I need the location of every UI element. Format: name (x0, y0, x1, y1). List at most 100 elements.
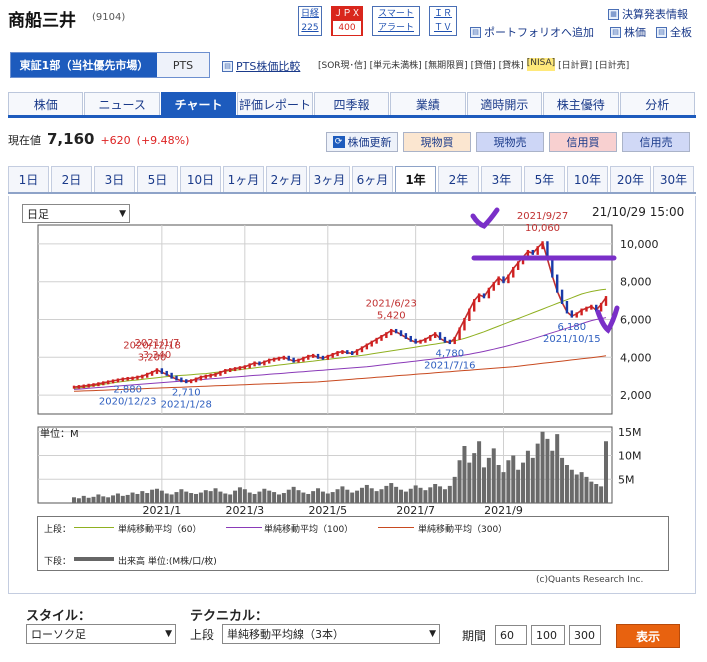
volume-bar (208, 491, 213, 503)
candle-bar (585, 306, 588, 312)
volume-bar (179, 489, 184, 503)
volume-bar (477, 441, 482, 503)
candle-bar (277, 356, 281, 361)
candle-bar (121, 377, 125, 382)
candle-bar (473, 299, 476, 312)
candle-bar (341, 350, 344, 355)
volume-bar (525, 450, 530, 503)
show-button[interactable]: 表示 (616, 624, 680, 648)
technical-select[interactable]: 単純移動平均線（3本） ▼ (222, 624, 440, 644)
candle-bar (336, 351, 339, 356)
volume-unit-label: 単位：M (40, 427, 79, 440)
candle-bar (87, 383, 90, 388)
candle-bar (189, 379, 193, 384)
volume-bar (228, 494, 233, 503)
candle-bar (111, 379, 115, 384)
chevron-down-icon: ▼ (165, 629, 172, 639)
candle-bar (346, 350, 349, 355)
volume-bar (501, 472, 506, 503)
candle-bar (141, 374, 144, 379)
chart-annotation: 6,180 (558, 322, 587, 333)
candle-bar (272, 357, 276, 362)
style-select[interactable]: ローソク足 ▼ (26, 624, 176, 644)
volume-bar (540, 431, 545, 503)
candle-bar (302, 356, 305, 362)
technical-label: テクニカル： (190, 609, 269, 624)
volume-bar (369, 488, 374, 503)
candle-bar (385, 332, 388, 339)
volume-bar (462, 446, 467, 503)
volume-bar (257, 491, 262, 503)
volume-bar (438, 486, 443, 503)
candle-bar (551, 257, 554, 278)
candle-bar (448, 339, 452, 345)
chart-annotation: 4,780 (435, 349, 464, 360)
volume-bar (101, 496, 106, 503)
candle-bar (219, 370, 222, 376)
period-input-3[interactable]: 300 (569, 625, 601, 645)
candle-bar (331, 352, 334, 358)
candle-bar (394, 328, 398, 334)
candle-bar (136, 375, 139, 380)
volume-bar (325, 493, 330, 503)
volume-bar (599, 486, 604, 503)
legend-swatch-ma100 (226, 527, 262, 528)
candle-bar (570, 310, 574, 318)
candle-bar (170, 372, 173, 379)
candle-bar (409, 335, 412, 342)
candle-bar (82, 384, 85, 389)
volume-bar (135, 493, 140, 503)
volume-bar (452, 476, 457, 503)
volume-bar (140, 491, 145, 503)
chart-annotation: 2021/10/15 (543, 334, 601, 345)
volume-bar (169, 494, 174, 503)
chart-annotation: 3,340 (143, 350, 172, 361)
candle-bar (248, 363, 251, 369)
volume-bar (276, 494, 281, 503)
volume-bar (530, 457, 535, 503)
candle-bar (150, 370, 154, 376)
volume-bar (589, 481, 594, 503)
period-input-1[interactable]: 60 (495, 625, 527, 645)
volume-bar (574, 474, 579, 503)
candle-bar (131, 376, 134, 380)
candle-bar (541, 241, 544, 250)
candle-bar (399, 330, 403, 337)
volume-bar (291, 486, 296, 503)
chart-credit: (c)Quants Research Inc. (536, 575, 644, 585)
candle-bar (502, 276, 505, 284)
volume-bar (272, 492, 277, 503)
volume-bar (150, 489, 155, 503)
candle-bar (580, 308, 583, 316)
candle-bar (102, 381, 105, 386)
chart-annotation: 2021/1/28 (161, 400, 212, 411)
select-value: ローソク足 (31, 628, 86, 641)
volume-bar (106, 497, 111, 503)
volume-bar (447, 485, 452, 503)
volume-bar (320, 491, 325, 503)
candle-bar (443, 336, 447, 343)
volume-bar (486, 457, 491, 503)
candle-bar (116, 378, 120, 383)
candle-bar (424, 337, 427, 343)
volume-bar (364, 484, 369, 503)
volume-bar (145, 493, 150, 503)
period-input-2[interactable]: 100 (531, 625, 565, 645)
y-tick-label: 8,000 (620, 276, 652, 289)
chart-annotation: 2,710 (172, 388, 201, 399)
candle-bar (477, 293, 481, 303)
period-label: 期間 (462, 629, 487, 643)
volume-bar (408, 488, 413, 503)
volume-bar (535, 443, 540, 503)
y-tick-label: 2,000 (620, 389, 652, 402)
volume-bar (481, 467, 486, 503)
candle-bar (258, 361, 261, 366)
candle-bar (297, 358, 300, 363)
candle-bar (492, 282, 495, 291)
volume-bar (359, 487, 364, 503)
volume-bar (316, 488, 321, 503)
legend-volume: 出来高 単位:(M株/口/枚) (118, 557, 217, 567)
candle-bar (404, 333, 408, 339)
chart-annotation: 2021/9/27 (517, 211, 568, 222)
volume-bar (296, 490, 301, 503)
